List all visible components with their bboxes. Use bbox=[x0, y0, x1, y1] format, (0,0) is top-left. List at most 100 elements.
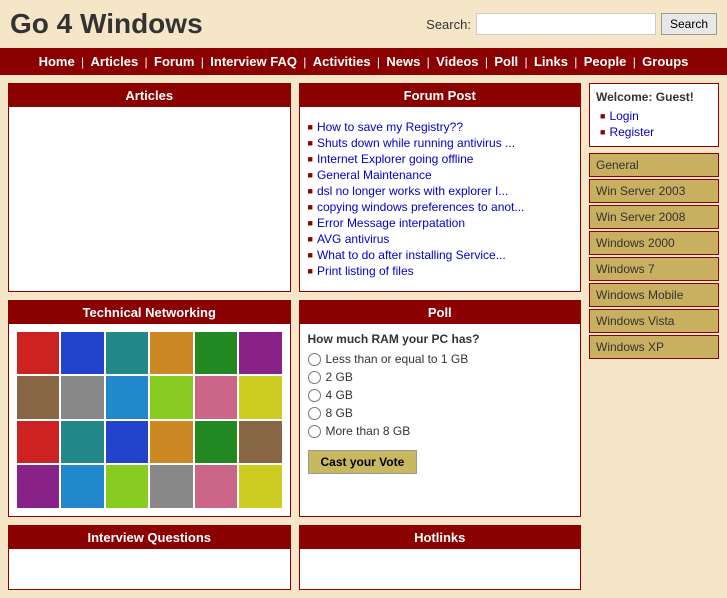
nav-item-videos[interactable]: Videos bbox=[436, 54, 478, 69]
top-row: Articles Forum Post How to save my Regis… bbox=[8, 83, 581, 292]
nav-item-poll[interactable]: Poll bbox=[494, 54, 518, 69]
nav-item-forum[interactable]: Forum bbox=[154, 54, 194, 69]
articles-panel: Articles bbox=[8, 83, 291, 292]
sidebar-auth-list: Login Register bbox=[596, 108, 712, 140]
forum-link[interactable]: copying windows preferences to anot... bbox=[317, 200, 524, 214]
poll-question: How much RAM your PC has? bbox=[308, 332, 573, 346]
vote-button[interactable]: Cast your Vote bbox=[308, 450, 418, 474]
forum-link[interactable]: Shuts down while running antivirus ... bbox=[317, 136, 515, 150]
login-link[interactable]: Login bbox=[609, 109, 638, 123]
poll-option-label: More than 8 GB bbox=[326, 424, 411, 438]
forum-link[interactable]: Internet Explorer going offline bbox=[317, 152, 474, 166]
tech-image bbox=[239, 421, 281, 463]
tech-image bbox=[195, 332, 237, 374]
poll-option: 4 GB bbox=[308, 388, 573, 402]
forum-list: How to save my Registry?? Shuts down whil… bbox=[308, 115, 573, 283]
tech-image bbox=[106, 332, 148, 374]
nav-item-home[interactable]: Home bbox=[39, 54, 75, 69]
poll-body: How much RAM your PC has? Less than or e… bbox=[300, 324, 581, 482]
forum-link[interactable]: AVG antivirus bbox=[317, 232, 389, 246]
site-title: Go 4 Windows bbox=[10, 8, 203, 40]
welcome-title: Welcome: Guest! bbox=[596, 90, 712, 104]
sidebar-category-btn[interactable]: Windows 2000 bbox=[589, 231, 719, 255]
sidebar-category-btn[interactable]: Win Server 2008 bbox=[589, 205, 719, 229]
forum-list-item[interactable]: AVG antivirus bbox=[308, 231, 573, 247]
poll-option-label: Less than or equal to 1 GB bbox=[326, 352, 469, 366]
welcome-box: Welcome: Guest! Login Register bbox=[589, 83, 719, 147]
forum-list-item[interactable]: How to save my Registry?? bbox=[308, 119, 573, 135]
register-list-item[interactable]: Register bbox=[600, 124, 712, 140]
nav-item-groups[interactable]: Groups bbox=[642, 54, 688, 69]
forum-link[interactable]: What to do after installing Service... bbox=[317, 248, 506, 262]
forum-list-item[interactable]: Shuts down while running antivirus ... bbox=[308, 135, 573, 151]
interview-body bbox=[9, 549, 290, 589]
forum-body: How to save my Registry?? Shuts down whil… bbox=[300, 107, 581, 291]
interview-panel: Interview Questions bbox=[8, 525, 291, 590]
tech-image bbox=[61, 376, 103, 418]
hotlinks-header: Hotlinks bbox=[300, 526, 581, 549]
sidebar-category-btn[interactable]: Windows Vista bbox=[589, 309, 719, 333]
header: Go 4 Windows Search: Search bbox=[0, 0, 727, 48]
search-button[interactable]: Search bbox=[661, 13, 717, 35]
nav-item-links[interactable]: Links bbox=[534, 54, 568, 69]
forum-list-item[interactable]: Internet Explorer going offline bbox=[308, 151, 573, 167]
forum-panel: Forum Post How to save my Registry?? Shut… bbox=[299, 83, 582, 292]
poll-option-label: 8 GB bbox=[326, 406, 353, 420]
tech-image bbox=[17, 465, 59, 507]
nav-item-activities[interactable]: Activities bbox=[313, 54, 371, 69]
poll-option: Less than or equal to 1 GB bbox=[308, 352, 573, 366]
nav-item-interview-faq[interactable]: Interview FAQ bbox=[210, 54, 297, 69]
tech-image bbox=[17, 376, 59, 418]
tech-image bbox=[195, 465, 237, 507]
poll-radio[interactable] bbox=[308, 389, 321, 402]
forum-list-item[interactable]: Error Message interpatation bbox=[308, 215, 573, 231]
tech-image bbox=[61, 332, 103, 374]
poll-panel: Poll How much RAM your PC has? Less than… bbox=[299, 300, 582, 517]
tech-header: Technical Networking bbox=[9, 301, 290, 324]
nav-item-articles[interactable]: Articles bbox=[91, 54, 139, 69]
poll-radio[interactable] bbox=[308, 407, 321, 420]
sidebar-category-btn[interactable]: Win Server 2003 bbox=[589, 179, 719, 203]
forum-link[interactable]: dsl no longer works with explorer I... bbox=[317, 184, 508, 198]
poll-radio[interactable] bbox=[308, 353, 321, 366]
hotlinks-body bbox=[300, 549, 581, 589]
tech-image bbox=[61, 421, 103, 463]
login-list-item[interactable]: Login bbox=[600, 108, 712, 124]
image-grid bbox=[13, 328, 286, 512]
middle-row: Technical Networking Poll How much RAM y… bbox=[8, 300, 581, 517]
forum-header: Forum Post bbox=[300, 84, 581, 107]
forum-link[interactable]: Error Message interpatation bbox=[317, 216, 465, 230]
tech-image bbox=[195, 376, 237, 418]
forum-list-item[interactable]: copying windows preferences to anot... bbox=[308, 199, 573, 215]
hotlinks-panel: Hotlinks bbox=[299, 525, 582, 590]
search-input[interactable] bbox=[476, 13, 656, 35]
sidebar-category-btn[interactable]: Windows Mobile bbox=[589, 283, 719, 307]
tech-image bbox=[150, 465, 192, 507]
forum-list-item[interactable]: Print listing of files bbox=[308, 263, 573, 279]
tech-image bbox=[150, 421, 192, 463]
forum-link[interactable]: Print listing of files bbox=[317, 264, 414, 278]
tech-image bbox=[195, 421, 237, 463]
bottom-row: Interview Questions Hotlinks bbox=[8, 525, 581, 590]
forum-link[interactable]: General Maintenance bbox=[317, 168, 432, 182]
search-label: Search: bbox=[426, 17, 471, 32]
sidebar-category-btn[interactable]: General bbox=[589, 153, 719, 177]
poll-radio[interactable] bbox=[308, 425, 321, 438]
nav-item-news[interactable]: News bbox=[386, 54, 420, 69]
articles-body bbox=[9, 107, 290, 227]
poll-option: 8 GB bbox=[308, 406, 573, 420]
nav-item-people[interactable]: People bbox=[584, 54, 627, 69]
tech-image bbox=[61, 465, 103, 507]
category-list: GeneralWin Server 2003Win Server 2008Win… bbox=[589, 153, 719, 361]
forum-list-item[interactable]: dsl no longer works with explorer I... bbox=[308, 183, 573, 199]
forum-list-item[interactable]: General Maintenance bbox=[308, 167, 573, 183]
tech-image bbox=[239, 465, 281, 507]
register-link[interactable]: Register bbox=[609, 125, 654, 139]
sidebar-category-btn[interactable]: Windows XP bbox=[589, 335, 719, 359]
poll-radio[interactable] bbox=[308, 371, 321, 384]
tech-image bbox=[17, 332, 59, 374]
sidebar-category-btn[interactable]: Windows 7 bbox=[589, 257, 719, 281]
forum-link[interactable]: How to save my Registry?? bbox=[317, 120, 463, 134]
forum-list-item[interactable]: What to do after installing Service... bbox=[308, 247, 573, 263]
poll-option-label: 2 GB bbox=[326, 370, 353, 384]
